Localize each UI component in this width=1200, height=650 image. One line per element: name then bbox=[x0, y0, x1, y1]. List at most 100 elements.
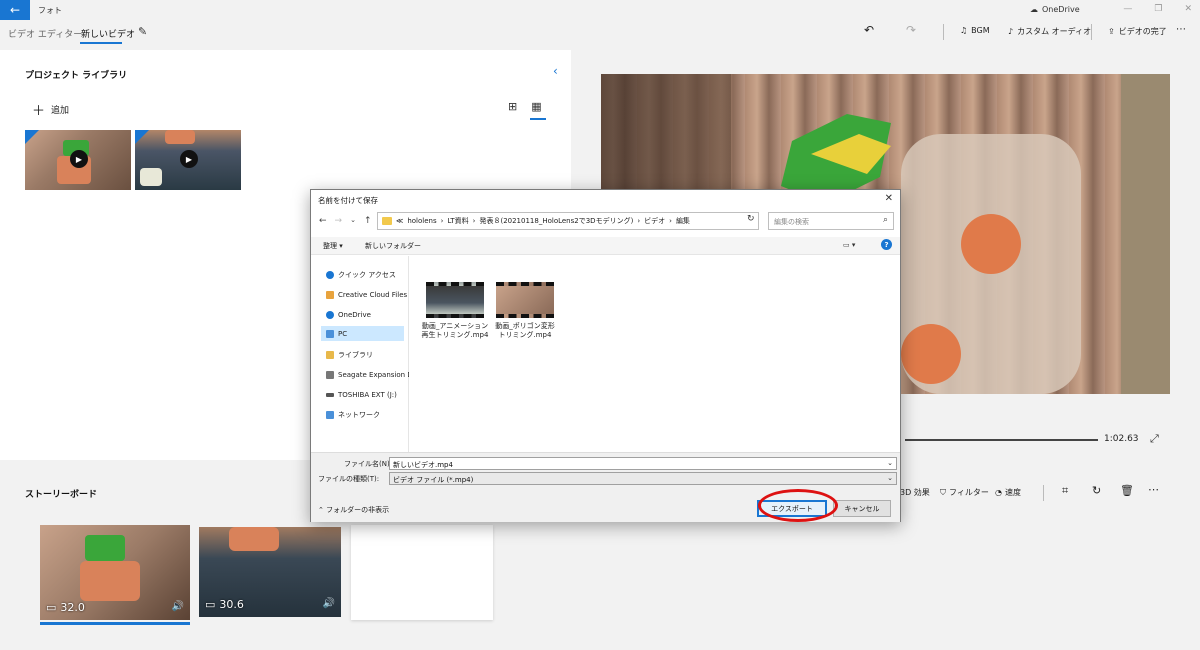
file-name-line2: トリミング.mp4 bbox=[498, 331, 552, 340]
recent-dropdown-icon[interactable]: ⌄ bbox=[350, 216, 356, 226]
address-segment[interactable]: LT資料 bbox=[447, 216, 468, 226]
library-thumbnail[interactable]: ▶ bbox=[135, 130, 241, 190]
search-input[interactable]: 編集の検索 ⌕ bbox=[768, 212, 894, 230]
nav-item-pc[interactable]: PC bbox=[321, 326, 404, 341]
duration-label: 1:02.63 bbox=[1104, 434, 1139, 444]
back-arrow-icon[interactable]: ← bbox=[319, 216, 327, 226]
add-media-button[interactable]: ＋ 追加 bbox=[32, 100, 69, 119]
arrow-left-icon: ← bbox=[9, 3, 21, 17]
nav-item-library[interactable]: ライブラリ bbox=[326, 347, 409, 362]
maximize-icon[interactable]: ❐ bbox=[1154, 4, 1162, 14]
finish-video-label: ビデオの完了 bbox=[1118, 27, 1167, 36]
custom-audio-button[interactable]: ♪ カスタム オーディオ bbox=[1008, 26, 1091, 37]
filter-icon: ⛉ bbox=[940, 487, 946, 497]
address-bar[interactable]: ≪ hololens › LT資料 › 発表８(20210118_HoloLen… bbox=[377, 212, 759, 230]
forward-arrow-icon[interactable]: → bbox=[335, 216, 343, 226]
nav-item-quick-access[interactable]: クイック アクセス bbox=[326, 267, 409, 282]
grid-large-icon[interactable]: ⊞ bbox=[508, 100, 517, 113]
address-segment[interactable]: hololens bbox=[407, 217, 436, 225]
video-file-icon bbox=[426, 282, 484, 318]
view-mode-icon[interactable]: ▭ ▾ bbox=[843, 241, 855, 249]
grid-small-icon[interactable]: ▦ bbox=[531, 100, 541, 113]
edit-pencil-icon[interactable]: ✎ bbox=[138, 25, 147, 38]
project-title: 新しいビデオ bbox=[81, 30, 136, 40]
refresh-icon[interactable]: ↻ bbox=[747, 214, 755, 224]
filetype-label: ファイルの種類(T): bbox=[318, 475, 380, 483]
minimize-icon[interactable]: — bbox=[1123, 4, 1132, 14]
address-segment[interactable]: 編集 bbox=[676, 216, 690, 226]
network-icon bbox=[326, 410, 334, 419]
finish-video-button[interactable]: ⇪ ビデオの完了 bbox=[1108, 26, 1167, 37]
export-button[interactable]: エクスポート bbox=[757, 500, 827, 517]
volume-icon[interactable]: 🔊 bbox=[323, 598, 335, 609]
file-name-line2: 再生トリミング.mp4 bbox=[421, 331, 489, 340]
address-segment[interactable]: 発表８(20210118_HoloLens2で3Dモデリング) bbox=[479, 216, 633, 226]
rotate-icon[interactable]: ↻ bbox=[1092, 484, 1101, 497]
filetype-select[interactable]: ビデオ ファイル (*.mp4) ⌄ bbox=[389, 472, 897, 485]
hide-folders-label: フォルダーの非表示 bbox=[326, 506, 390, 514]
close-window-icon[interactable]: ✕ bbox=[1184, 4, 1192, 14]
nav-item-onedrive[interactable]: OneDrive bbox=[326, 307, 409, 322]
back-button[interactable]: ← bbox=[0, 0, 30, 20]
chevron-right-icon: › bbox=[66, 26, 70, 37]
onedrive-label: OneDrive bbox=[1042, 5, 1080, 14]
up-arrow-icon[interactable]: ↑ bbox=[364, 216, 372, 226]
cloud-icon: ☁ bbox=[1030, 5, 1038, 14]
storyboard-clip[interactable]: ▭ 30.6 🔊 bbox=[199, 527, 341, 617]
volume-icon[interactable]: 🔊 bbox=[172, 601, 184, 612]
add-label: 追加 bbox=[51, 106, 70, 116]
library-thumbnail[interactable]: ▶ bbox=[25, 130, 131, 190]
undo-icon[interactable]: ↶ bbox=[864, 23, 874, 37]
bgm-button[interactable]: ♫ BGM bbox=[960, 26, 990, 35]
trash-icon[interactable]: 🗑 bbox=[1120, 484, 1134, 497]
file-item[interactable]: 動画_アニメーション 再生トリミング.mp4 bbox=[420, 282, 490, 341]
filename-value: 新しいビデオ.mp4 bbox=[393, 461, 453, 469]
redo-icon[interactable]: ↷ bbox=[906, 23, 916, 37]
nav-item-seagate[interactable]: Seagate Expansion Dr bbox=[326, 367, 409, 382]
toolbar-divider bbox=[1091, 24, 1092, 40]
more-options-icon[interactable]: ⋯ bbox=[1148, 483, 1159, 496]
hide-folders-toggle[interactable]: ⌃ フォルダーの非表示 bbox=[318, 505, 389, 515]
cancel-button[interactable]: キャンセル bbox=[833, 500, 891, 517]
dialog-close-icon[interactable]: ✕ bbox=[885, 193, 893, 204]
pc-icon bbox=[326, 329, 334, 338]
fullscreen-icon[interactable]: ⤢ bbox=[1150, 432, 1159, 446]
help-icon[interactable]: ? bbox=[881, 239, 892, 250]
chevron-right-icon: › bbox=[637, 217, 641, 225]
play-icon[interactable]: ▶ bbox=[180, 150, 198, 168]
nav-label: クイック アクセス bbox=[338, 270, 396, 279]
library-icon bbox=[326, 350, 334, 359]
collapse-chevron-icon[interactable]: ‹ bbox=[553, 64, 558, 78]
drive-icon bbox=[326, 392, 334, 397]
filename-input[interactable]: 新しいビデオ.mp4 ⌄ bbox=[389, 457, 897, 470]
address-segment[interactable]: ビデオ bbox=[644, 216, 665, 226]
chevron-up-icon: ⌃ bbox=[318, 506, 324, 514]
crop-icon[interactable]: ⌗ bbox=[1062, 484, 1068, 498]
organize-button[interactable]: 整理 ▾ bbox=[323, 241, 343, 251]
clip-duration: ▭ 30.6 bbox=[205, 598, 244, 611]
3d-effects-button[interactable]: 3D 効果 bbox=[900, 487, 930, 498]
nav-item-creative-cloud[interactable]: Creative Cloud Files bbox=[326, 287, 409, 302]
breadcrumb-root[interactable]: ビデオ エディター bbox=[8, 27, 82, 40]
onedrive-status[interactable]: ☁ OneDrive bbox=[1030, 5, 1080, 14]
filters-button[interactable]: ⛉ フィルター bbox=[940, 487, 989, 498]
chevron-down-icon[interactable]: ⌄ bbox=[887, 459, 893, 467]
file-item[interactable]: 動画_ポリゴン変形 トリミング.mp4 bbox=[490, 282, 560, 341]
play-icon[interactable]: ▶ bbox=[70, 150, 88, 168]
nav-item-network[interactable]: ネットワーク bbox=[326, 407, 409, 422]
view-selected-indicator bbox=[530, 118, 546, 120]
nav-arrows: ← → ⌄ ↑ bbox=[319, 216, 372, 226]
new-folder-button[interactable]: 新しいフォルダー bbox=[365, 241, 421, 251]
bgm-label: BGM bbox=[971, 26, 990, 35]
orange-claw bbox=[901, 324, 961, 384]
clip-selected-indicator bbox=[40, 622, 190, 625]
seek-bar[interactable] bbox=[905, 439, 1098, 441]
storyboard-empty-slot[interactable] bbox=[351, 525, 493, 620]
search-icon: ⌕ bbox=[882, 215, 888, 225]
more-options-icon[interactable]: ⋯ bbox=[1176, 24, 1186, 35]
music-note-icon: ♫ bbox=[960, 26, 968, 35]
speed-button[interactable]: ◔ 速度 bbox=[995, 487, 1021, 498]
chevron-down-icon: ⌄ bbox=[887, 474, 893, 482]
storyboard-clip[interactable]: ▭ 32.0 🔊 bbox=[40, 525, 190, 620]
nav-item-toshiba[interactable]: TOSHIBA EXT (J:) bbox=[326, 387, 409, 402]
